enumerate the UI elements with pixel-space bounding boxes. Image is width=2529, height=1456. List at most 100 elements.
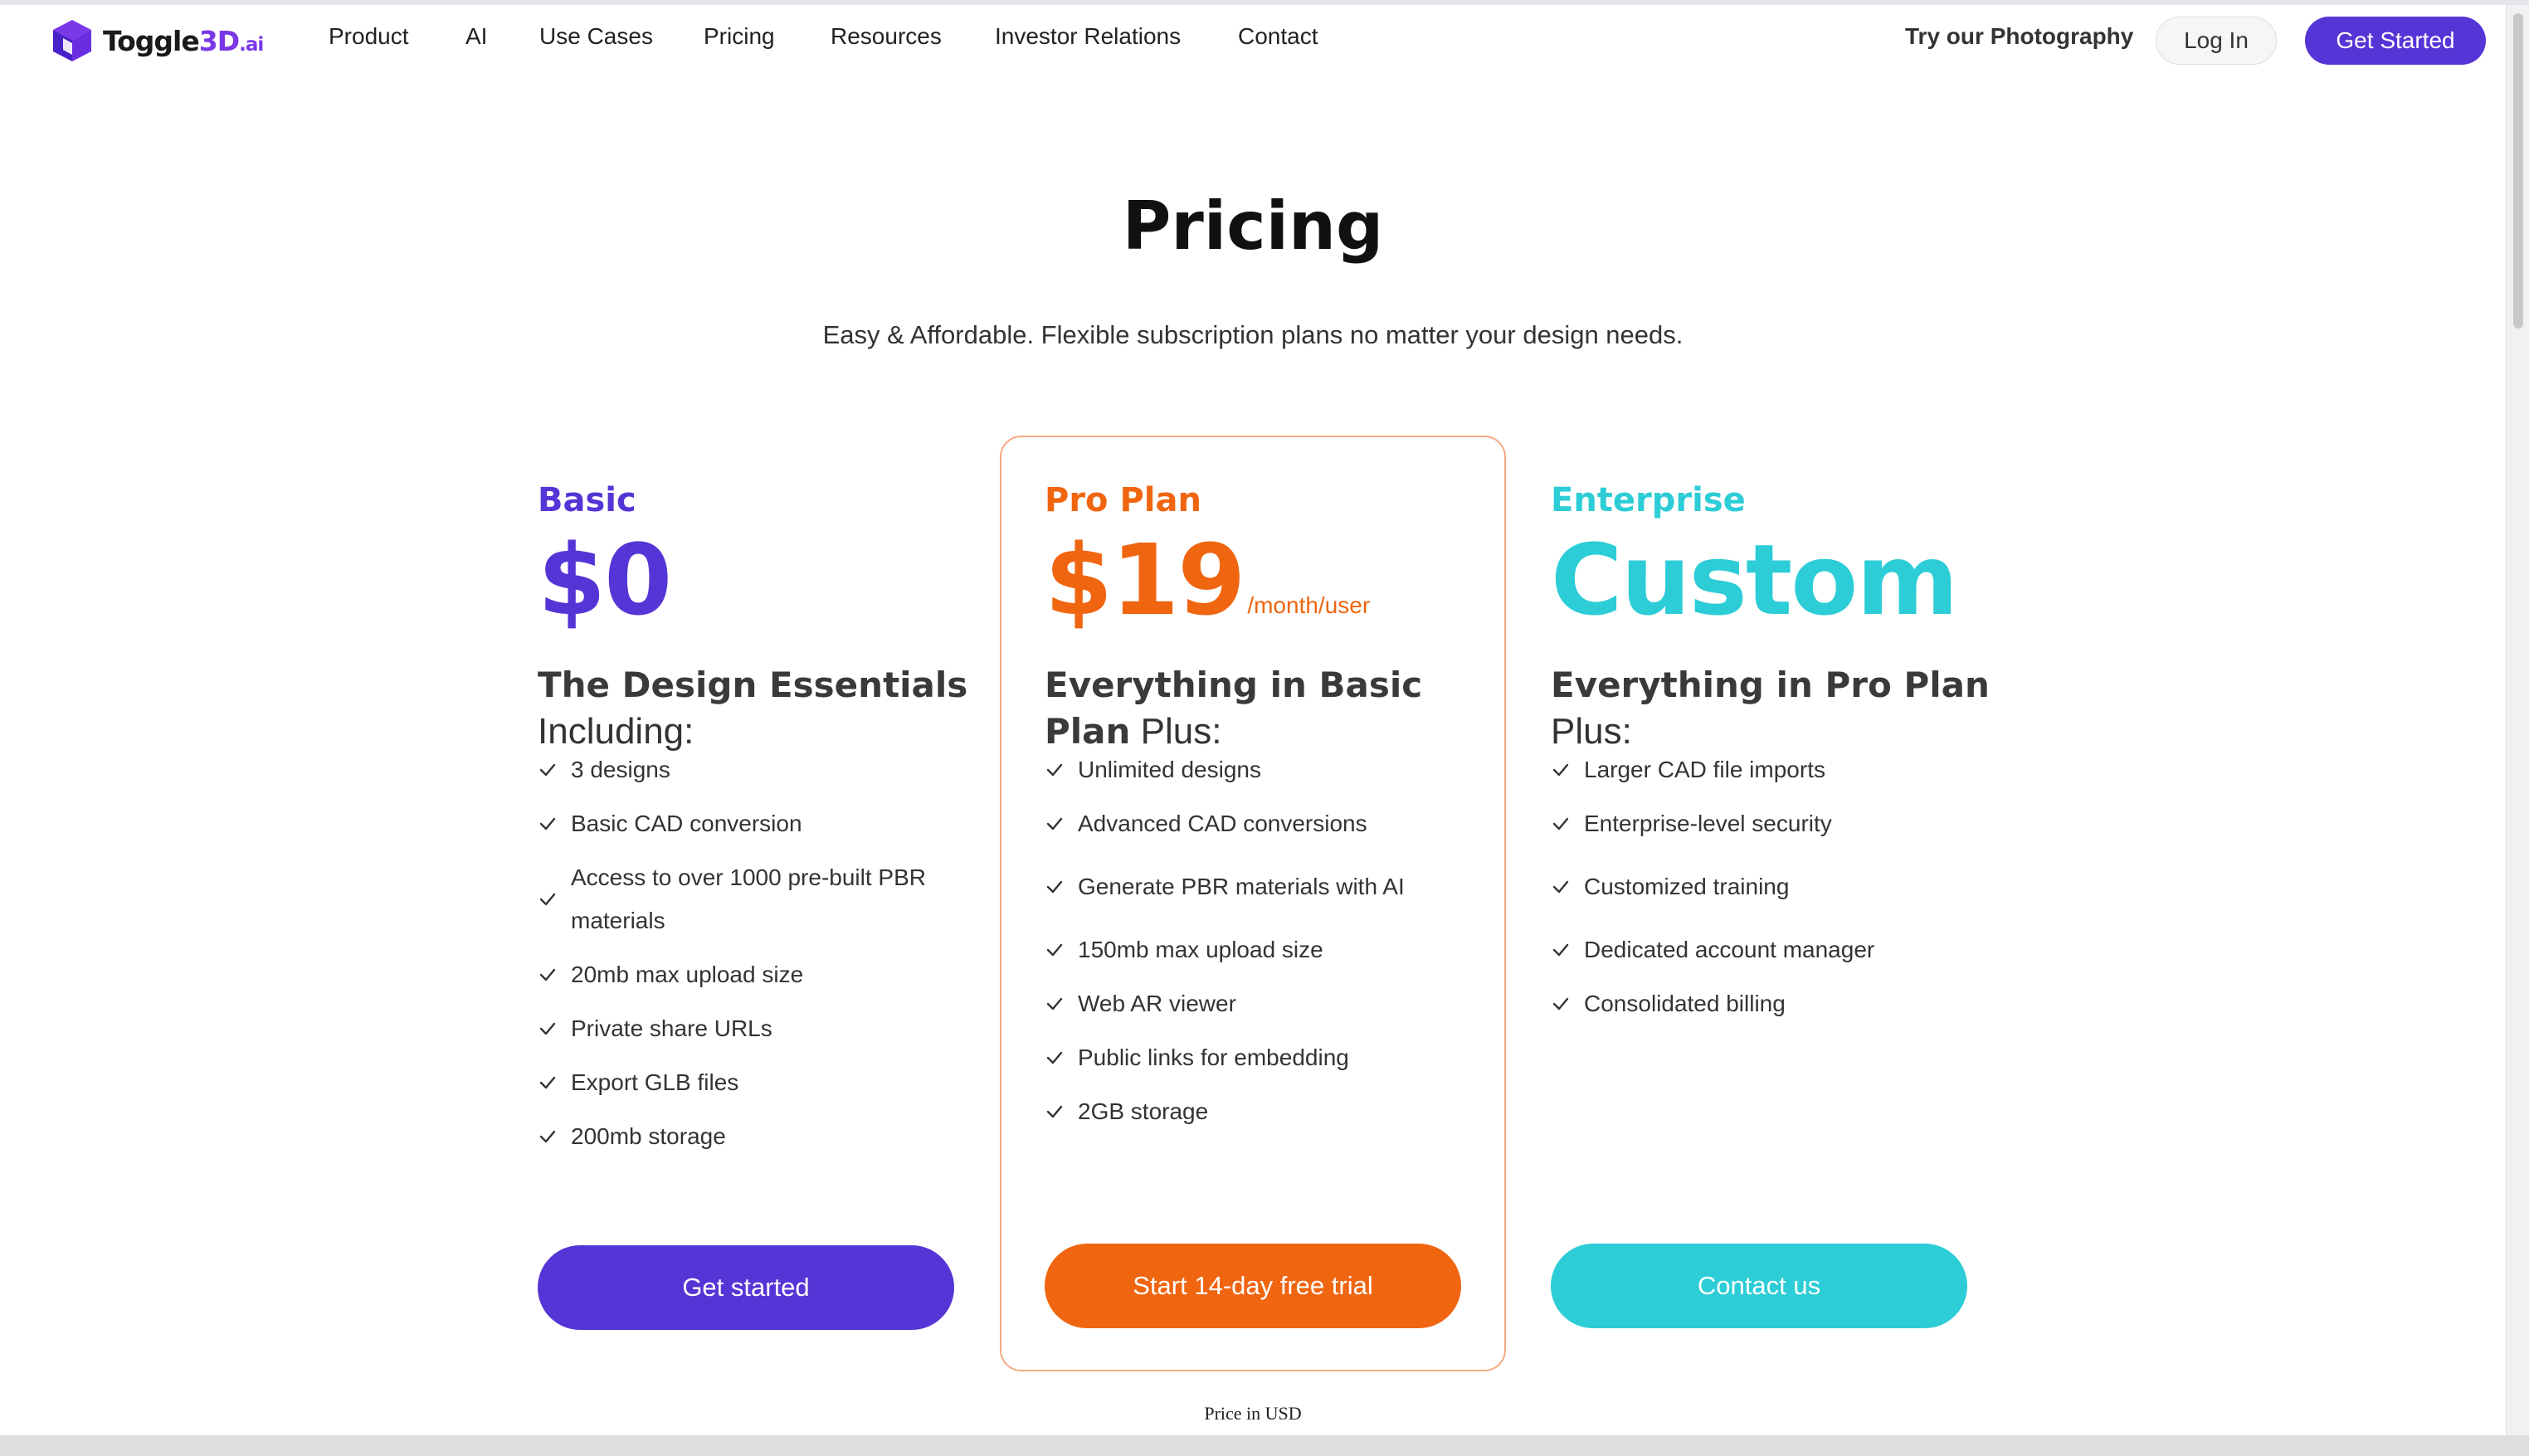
feature-item: Public links for embedding (1045, 1036, 1509, 1079)
feature-item: 200mb storage (538, 1115, 1002, 1158)
feature-item: Dedicated account manager (1551, 928, 2015, 971)
check-icon (538, 965, 558, 985)
basic-get-started-button[interactable]: Get started (538, 1245, 954, 1330)
plan-headline: Everything in Pro Plan Plus: (1551, 662, 2015, 755)
feature-text: Generate PBR materials with AI (1078, 874, 1405, 899)
headline-rest: Plus: (1551, 711, 1632, 752)
plan-basic: Basic $0 The Design Essentials Including:… (538, 481, 1002, 1330)
feature-item: Web AR viewer (1045, 982, 1509, 1025)
feature-item: Larger CAD file imports (1551, 748, 2015, 791)
feature-text: Access to over 1000 pre-built PBR materi… (571, 864, 926, 933)
feature-item: Private share URLs (538, 1007, 1002, 1050)
check-icon (1045, 994, 1065, 1014)
cube-logo-icon (53, 20, 91, 61)
plan-headline: Everything in Basic Plan Plus: (1045, 662, 1509, 755)
page-title: Pricing (1122, 187, 1384, 265)
headline-rest: Plus: (1140, 711, 1222, 752)
feature-text: Enterprise-level security (1584, 811, 1832, 836)
nav-investor-relations[interactable]: Investor Relations (995, 23, 1181, 50)
logo-text-3d: 3D (198, 24, 240, 57)
check-icon (1551, 814, 1571, 834)
feature-item: 20mb max upload size (538, 953, 1002, 996)
page-subtitle: Easy & Affordable. Flexible subscription… (822, 320, 1684, 349)
headline-bold: The Design Essentials (538, 665, 968, 705)
feature-text: Basic CAD conversion (571, 811, 802, 836)
feature-item: Consolidated billing (1551, 982, 2015, 1025)
headline-bold: Everything in Basic Plan (1045, 665, 1423, 752)
feature-text: Private share URLs (571, 1015, 772, 1041)
feature-item: Export GLB files (538, 1061, 1002, 1104)
plan-name: Enterprise (1551, 481, 1746, 519)
check-icon (1045, 1102, 1065, 1122)
headline-bold: Everything in Pro Plan (1551, 665, 1990, 705)
check-icon (1551, 994, 1571, 1014)
plan-price: Custom (1551, 523, 1958, 637)
header-get-started-button[interactable]: Get Started (2305, 17, 2486, 65)
plan-price: $0 (538, 523, 672, 637)
toggle3d-logo[interactable]: Toggle3D.ai (48, 17, 264, 65)
plan-price: $19 (1045, 523, 1245, 637)
nav-ai[interactable]: AI (465, 23, 487, 50)
plan-headline: The Design Essentials Including: (538, 662, 1002, 755)
check-icon (1045, 940, 1065, 960)
nav-pricing[interactable]: Pricing (704, 23, 775, 50)
check-icon (1045, 760, 1065, 780)
feature-text: 2GB storage (1078, 1098, 1209, 1124)
start-free-trial-button[interactable]: Start 14-day free trial (1045, 1244, 1461, 1328)
check-icon (1045, 1048, 1065, 1068)
nav-contact[interactable]: Contact (1238, 23, 1318, 50)
price-row: $0 (538, 526, 1002, 634)
check-icon (1045, 877, 1065, 897)
price-row: $19 /month/user (1045, 526, 1509, 634)
feature-text: Larger CAD file imports (1584, 757, 1825, 782)
page-scrollbar[interactable] (2506, 5, 2529, 1435)
feature-text: Dedicated account manager (1584, 937, 1875, 962)
check-icon (538, 1073, 558, 1093)
feature-item: Basic CAD conversion (538, 802, 1002, 845)
check-icon (538, 814, 558, 834)
check-icon (538, 1127, 558, 1147)
check-icon (1551, 940, 1571, 960)
feature-item: Customized training (1551, 865, 2015, 908)
check-icon (1551, 760, 1571, 780)
log-in-button[interactable]: Log In (2156, 17, 2277, 65)
headline-rest: Including: (538, 711, 694, 752)
feature-item: 3 designs (538, 748, 1002, 791)
feature-text: Customized training (1584, 874, 1790, 899)
logo-text-ai: .ai (239, 33, 264, 56)
feature-item: Generate PBR materials with AI (1045, 865, 1509, 908)
feature-text: Unlimited designs (1078, 757, 1261, 782)
feature-item: Unlimited designs (1045, 748, 1509, 791)
price-currency-note: Price in USD (1204, 1403, 1302, 1424)
logo-wordmark: Toggle3D.ai (103, 24, 264, 57)
feature-item: 2GB storage (1045, 1090, 1509, 1133)
check-icon (538, 1019, 558, 1039)
feature-text: 20mb max upload size (571, 962, 804, 987)
try-photography-link[interactable]: Try our Photography (1905, 23, 2133, 50)
feature-text: Advanced CAD conversions (1078, 811, 1367, 836)
feature-item: Enterprise-level security (1551, 802, 2015, 845)
feature-text: Web AR viewer (1078, 991, 1236, 1016)
check-icon (1045, 814, 1065, 834)
feature-text: 3 designs (571, 757, 670, 782)
plan-enterprise: Enterprise Custom Everything in Pro Plan… (1551, 481, 2015, 1328)
plan-pro: Pro Plan $19 /month/user Everything in B… (1045, 481, 1509, 1328)
check-icon (1551, 877, 1571, 897)
feature-item: Advanced CAD conversions (1045, 802, 1509, 845)
check-icon (538, 889, 558, 909)
nav-use-cases[interactable]: Use Cases (539, 23, 653, 50)
feature-text: Public links for embedding (1078, 1045, 1349, 1070)
plan-name: Pro Plan (1045, 481, 1201, 519)
nav-resources[interactable]: Resources (831, 23, 942, 50)
feature-text: Consolidated billing (1584, 991, 1786, 1016)
price-unit: /month/user (1247, 592, 1371, 618)
price-row: Custom (1551, 526, 2015, 634)
logo-text-toggle: Toggle (103, 24, 200, 57)
feature-item: 150mb max upload size (1045, 928, 1509, 971)
scrollbar-thumb[interactable] (2513, 13, 2523, 329)
nav-product[interactable]: Product (329, 23, 409, 50)
contact-us-button[interactable]: Contact us (1551, 1244, 1967, 1328)
browser-top-edge (0, 0, 2529, 5)
feature-text: 150mb max upload size (1078, 937, 1323, 962)
feature-text: 200mb storage (571, 1123, 726, 1149)
